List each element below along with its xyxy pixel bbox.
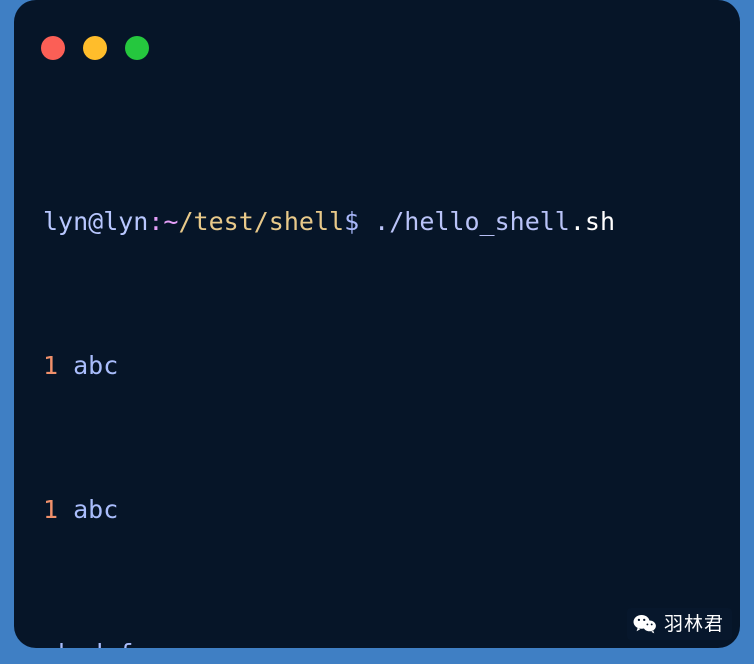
close-button[interactable] xyxy=(41,36,65,60)
screenshot-root: lyn@lyn:~/test/shell$ ./hello_shell.sh 1… xyxy=(0,0,754,664)
prompt-tilde: ~ xyxy=(163,207,179,236)
prompt-command-extension: .sh xyxy=(569,207,615,236)
prompt-colon: : xyxy=(148,207,164,236)
prompt-user-host: lyn@lyn xyxy=(43,207,149,236)
output-line: 1 abc xyxy=(43,348,728,384)
output-line: abcdef xyxy=(43,636,728,648)
prompt-sigil: $ xyxy=(344,207,360,236)
wechat-icon xyxy=(633,612,657,636)
output-number: 1 xyxy=(43,351,59,380)
output-text: abc xyxy=(58,495,119,524)
terminal-output-area[interactable]: lyn@lyn:~/test/shell$ ./hello_shell.sh 1… xyxy=(43,96,728,648)
terminal-window: lyn@lyn:~/test/shell$ ./hello_shell.sh 1… xyxy=(14,0,740,648)
prompt-path: /test/shell xyxy=(178,207,345,236)
minimize-button[interactable] xyxy=(83,36,107,60)
window-controls xyxy=(41,36,149,60)
wechat-watermark: 羽林君 xyxy=(626,608,732,640)
maximize-button[interactable] xyxy=(125,36,149,60)
output-line: 1 abc xyxy=(43,492,728,528)
prompt-line: lyn@lyn:~/test/shell$ ./hello_shell.sh xyxy=(43,204,728,240)
prompt-command: ./hello_shell xyxy=(359,207,570,236)
watermark-label: 羽林君 xyxy=(663,613,724,635)
output-number: 1 xyxy=(43,495,59,524)
output-text: abc xyxy=(58,351,119,380)
output-text: abcdef xyxy=(43,639,133,648)
terminal-titlebar xyxy=(14,0,740,82)
